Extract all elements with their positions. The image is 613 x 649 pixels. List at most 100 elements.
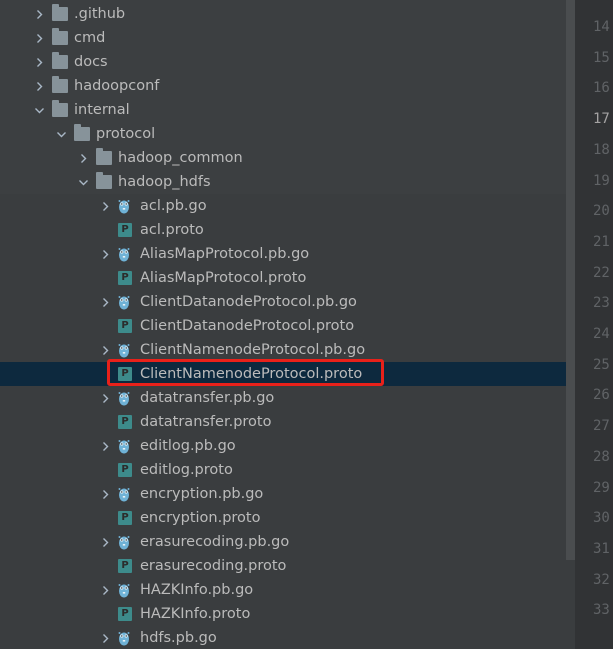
chevron-right-icon[interactable] xyxy=(98,194,112,218)
chevron-right-icon[interactable] xyxy=(98,482,112,506)
tree-file-row[interactable]: Pencryption.proto xyxy=(0,506,575,530)
tree-item-label: docs xyxy=(74,54,108,70)
folder-icon xyxy=(52,100,68,117)
tree-file-row[interactable]: ClientDatanodeProtocol.pb.go xyxy=(0,290,575,314)
go-file-icon xyxy=(118,246,130,262)
tree-file-row[interactable]: erasurecoding.pb.go xyxy=(0,530,575,554)
chevron-right-icon[interactable] xyxy=(98,530,112,554)
line-number: 26 xyxy=(593,387,610,403)
tree-folder-row[interactable]: protocol xyxy=(0,122,575,146)
proto-file-icon: P xyxy=(118,511,132,525)
tree-item-label: hdfs.pb.go xyxy=(140,630,217,646)
line-number: 19 xyxy=(593,173,610,189)
proto-file-icon: P xyxy=(118,367,132,381)
folder-icon xyxy=(74,124,90,141)
tree-scrollbar[interactable] xyxy=(566,0,575,560)
go-file-icon xyxy=(118,390,130,406)
folder-icon xyxy=(52,52,68,69)
folder-icon xyxy=(52,28,68,45)
line-number: 25 xyxy=(593,357,610,373)
tree-item-label: erasurecoding.pb.go xyxy=(140,534,290,550)
tree-file-row[interactable]: datatransfer.pb.go xyxy=(0,386,575,410)
tree-file-row[interactable]: AliasMapProtocol.pb.go xyxy=(0,242,575,266)
proto-file-icon: P xyxy=(118,223,132,237)
tree-file-row[interactable]: Pdatatransfer.proto xyxy=(0,410,575,434)
tree-folder-row[interactable]: hadoopconf xyxy=(0,74,575,98)
chevron-right-icon[interactable] xyxy=(32,74,46,98)
tree-item-label: ClientDatanodeProtocol.proto xyxy=(140,318,355,334)
tree-file-row[interactable]: P ClientDatanodeProtocol.proto xyxy=(0,314,575,338)
tree-item-label: ClientDatanodeProtocol.pb.go xyxy=(140,294,357,310)
tree-item-label: datatransfer.pb.go xyxy=(140,390,275,406)
tree-file-row[interactable]: acl.pb.go xyxy=(0,194,575,218)
line-number: 29 xyxy=(593,480,610,496)
tree-item-label: ClientNamenodeProtocol.proto xyxy=(140,366,363,382)
proto-file-icon: P xyxy=(118,415,132,429)
line-number: 14 xyxy=(593,19,610,35)
tree-item-label: HAZKInfo.proto xyxy=(140,606,251,622)
line-number: 21 xyxy=(593,234,610,250)
tree-item-label: encryption.pb.go xyxy=(140,486,264,502)
line-number: 24 xyxy=(593,326,610,342)
tree-item-label: cmd xyxy=(74,30,106,46)
chevron-right-icon[interactable] xyxy=(76,146,90,170)
chevron-right-icon[interactable] xyxy=(98,386,112,410)
tree-item-label: erasurecoding.proto xyxy=(140,558,287,574)
chevron-down-icon[interactable] xyxy=(32,98,46,122)
chevron-down-icon[interactable] xyxy=(54,122,68,146)
project-tree-panel: .github cmd docs hadoopconf internal protocol… xyxy=(0,0,575,649)
folder-icon xyxy=(96,172,112,189)
go-file-icon xyxy=(118,630,130,646)
chevron-right-icon[interactable] xyxy=(32,50,46,74)
proto-file-icon: P xyxy=(118,271,132,285)
tree-folder-row[interactable]: hadoop_common xyxy=(0,146,575,170)
chevron-right-icon[interactable] xyxy=(98,434,112,458)
tree-item-label: AliasMapProtocol.pb.go xyxy=(140,246,310,262)
tree-item-label: hadoop_hdfs xyxy=(118,174,211,190)
project-tree: .github cmd docs hadoopconf internal protocol… xyxy=(0,2,575,649)
tree-file-row[interactable]: Perasurecoding.proto xyxy=(0,554,575,578)
chevron-right-icon[interactable] xyxy=(98,626,112,649)
chevron-right-icon[interactable] xyxy=(98,242,112,266)
tree-item-label: hadoopconf xyxy=(74,78,160,94)
line-number: 15 xyxy=(593,50,610,66)
tree-item-label: AliasMapProtocol.proto xyxy=(140,270,307,286)
tree-folder-row[interactable]: cmd xyxy=(0,26,575,50)
line-number: 23 xyxy=(593,295,610,311)
chevron-right-icon[interactable] xyxy=(32,26,46,50)
line-number: 28 xyxy=(593,449,610,465)
tree-file-row[interactable]: Peditlog.proto xyxy=(0,458,575,482)
folder-icon xyxy=(52,76,68,93)
tree-folder-row[interactable]: hadoop_hdfs xyxy=(0,170,575,194)
line-number: 32 xyxy=(593,572,610,588)
tree-folder-row[interactable]: internal xyxy=(0,98,575,122)
chevron-right-icon[interactable] xyxy=(98,290,112,314)
line-number: 18 xyxy=(593,142,610,158)
chevron-right-icon[interactable] xyxy=(98,338,112,362)
chevron-down-icon[interactable] xyxy=(76,170,90,194)
tree-item-label: editlog.pb.go xyxy=(140,438,236,454)
go-file-icon xyxy=(118,582,130,598)
tree-file-row[interactable]: encryption.pb.go xyxy=(0,482,575,506)
tree-file-row[interactable]: editlog.pb.go xyxy=(0,434,575,458)
chevron-right-icon[interactable] xyxy=(98,578,112,602)
go-file-icon xyxy=(118,342,130,358)
tree-file-row[interactable]: Pacl.proto xyxy=(0,218,575,242)
tree-folder-row[interactable]: docs xyxy=(0,50,575,74)
line-number: 31 xyxy=(593,541,610,557)
line-number: 17 xyxy=(593,111,610,127)
tree-file-row[interactable]: P AliasMapProtocol.proto xyxy=(0,266,575,290)
tree-item-label: internal xyxy=(74,102,130,118)
line-number: 33 xyxy=(593,602,610,618)
tree-file-row[interactable]: P HAZKInfo.proto xyxy=(0,602,575,626)
tree-file-row[interactable]: P ClientNamenodeProtocol.proto xyxy=(0,362,575,386)
go-file-icon xyxy=(118,294,130,310)
proto-file-icon: P xyxy=(118,559,132,573)
tree-folder-row[interactable]: .github xyxy=(0,2,575,26)
chevron-right-icon[interactable] xyxy=(32,2,46,26)
tree-file-row[interactable]: ClientNamenodeProtocol.pb.go xyxy=(0,338,575,362)
tree-file-row[interactable]: hdfs.pb.go xyxy=(0,626,575,649)
folder-icon xyxy=(96,148,112,165)
go-file-icon xyxy=(118,486,130,502)
tree-file-row[interactable]: HAZKInfo.pb.go xyxy=(0,578,575,602)
